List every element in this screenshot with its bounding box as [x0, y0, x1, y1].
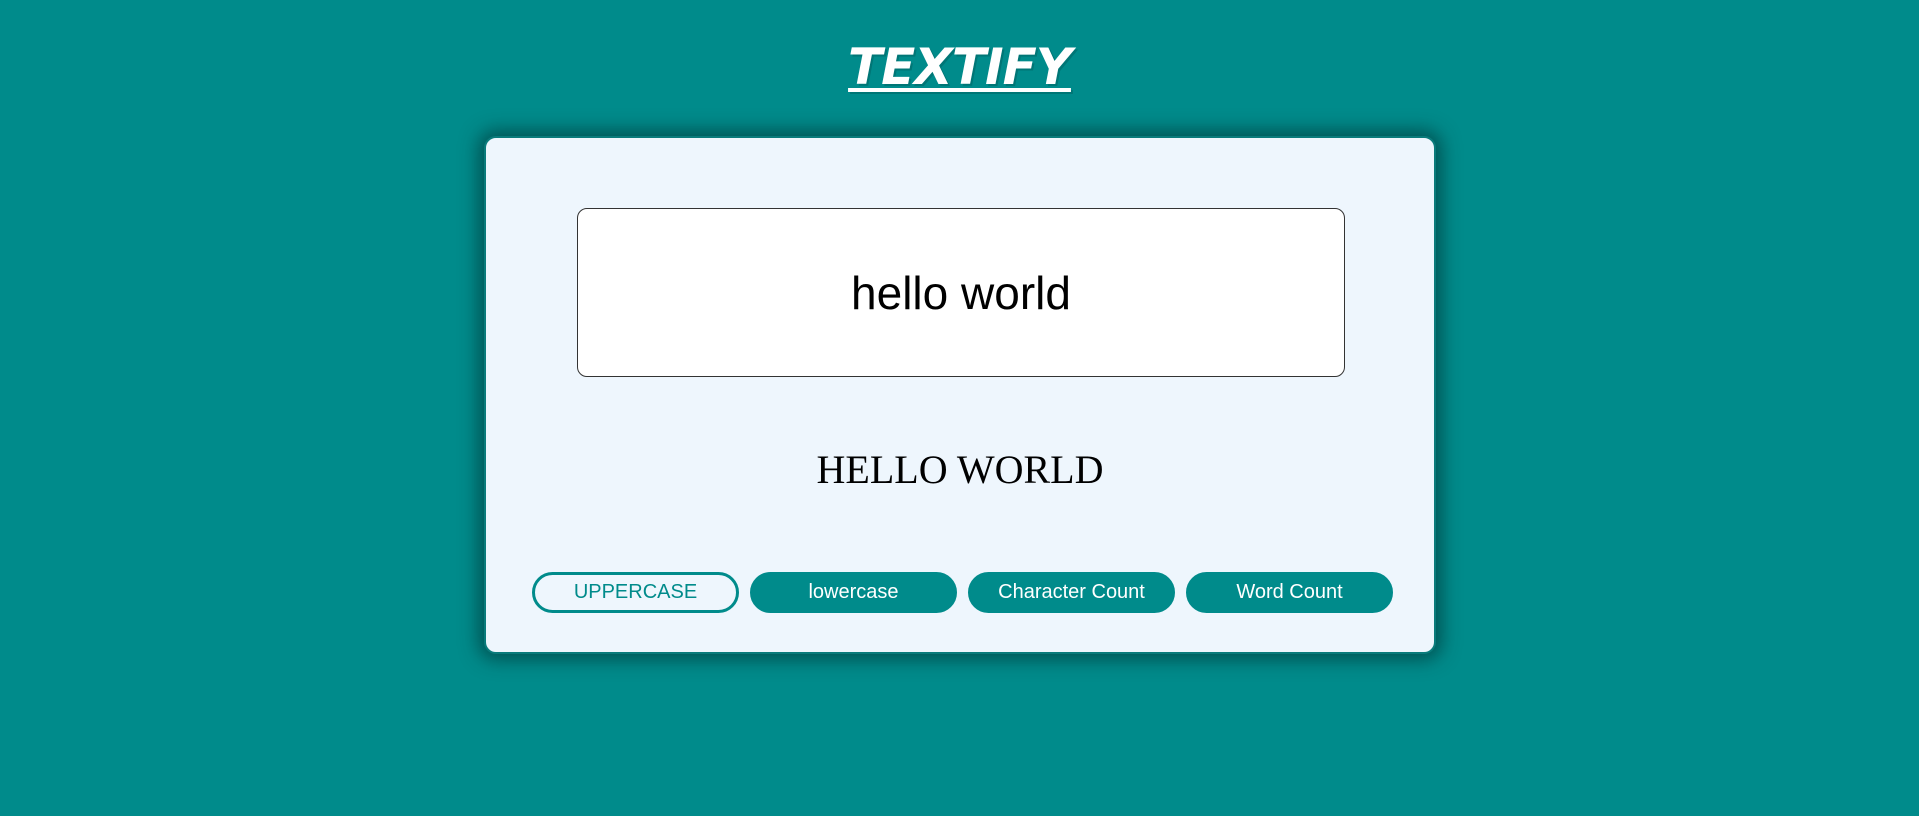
text-input[interactable]: hello world	[577, 208, 1345, 377]
uppercase-button[interactable]: UPPERCASE	[532, 572, 739, 613]
result-text: HELLO WORLD	[816, 447, 1104, 492]
action-buttons: UPPERCASE lowercase Character Count Word…	[532, 572, 1393, 613]
text-tool-card: hello world HELLO WORLD UPPERCASE lowerc…	[484, 136, 1436, 654]
word-count-button[interactable]: Word Count	[1186, 572, 1393, 613]
lowercase-button[interactable]: lowercase	[750, 572, 957, 613]
character-count-button[interactable]: Character Count	[968, 572, 1175, 613]
app-title: TEXTIFY	[848, 38, 1072, 96]
